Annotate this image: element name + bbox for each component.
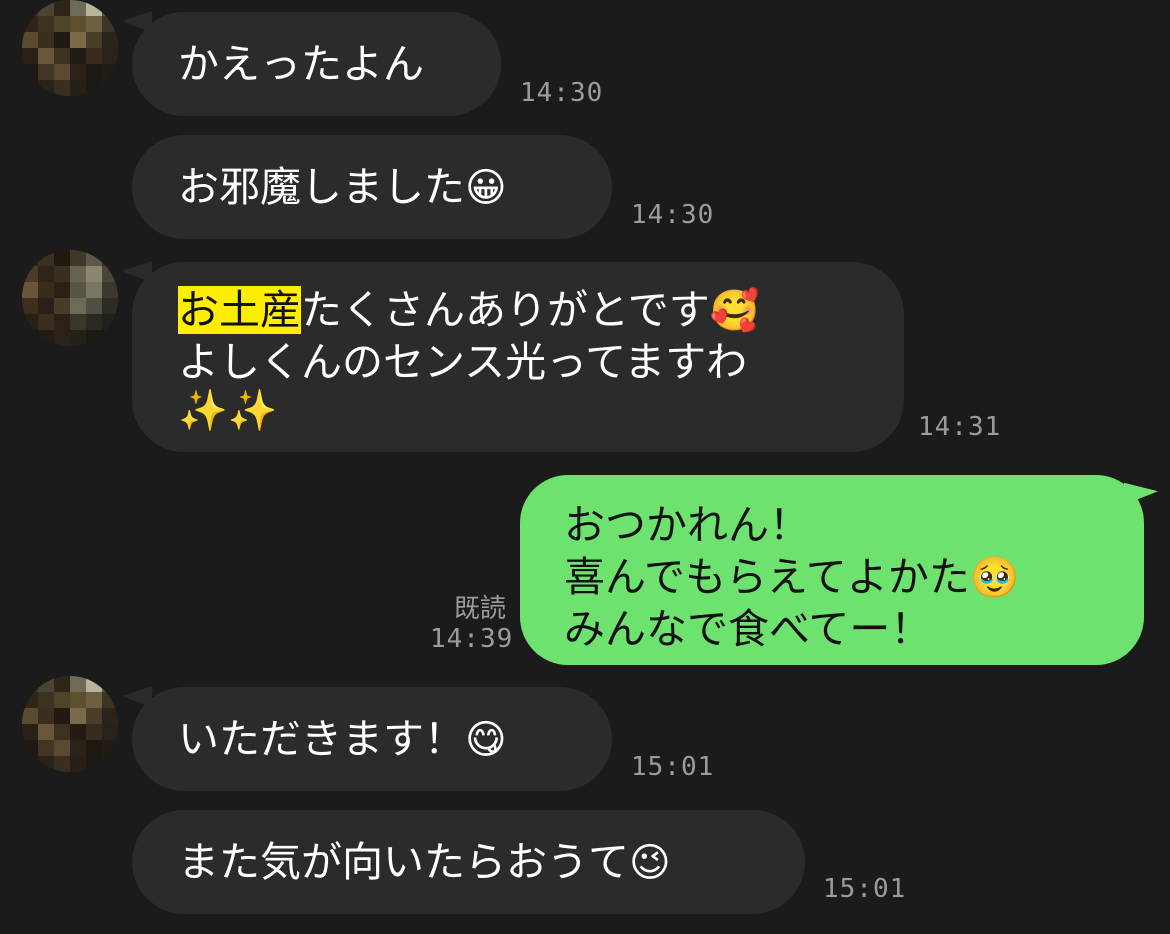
message-text: いただきます！ [178, 715, 465, 763]
my-message-bubble[interactable]: おつかれん！ 喜んでもらえてよかた🥹 みんなで食べてー！ [520, 475, 1144, 665]
message-timestamp: 15:01 [631, 752, 715, 782]
winking-face-emoji: 😉 [629, 840, 671, 886]
message-text: よしくんのセンス光ってますわ [178, 338, 748, 386]
message-text: みんなで食べてー！ [564, 605, 932, 653]
message-bubble[interactable]: いただきます！😋 [132, 687, 612, 791]
message-text: また気が向いたらおうて [178, 838, 629, 886]
message-text: おつかれん！ [564, 501, 810, 549]
sparkles-emoji: ✨✨ [178, 388, 278, 434]
message-text: たくさんありがとです [301, 286, 710, 334]
avatar[interactable] [22, 676, 118, 772]
read-receipt: 既読 [453, 594, 506, 624]
message-bubble[interactable]: お土産たくさんありがとです🥰 よしくんのセンス光ってますわ ✨✨ [132, 262, 904, 452]
message-bubble[interactable]: また気が向いたらおうて😉 [132, 810, 805, 914]
smiling-face-with-hearts-emoji: 🥰 [709, 288, 760, 334]
message-bubble[interactable]: お邪魔しました😀 [132, 135, 612, 239]
message-text: 喜んでもらえてよかた [564, 553, 970, 601]
avatar[interactable] [22, 0, 118, 96]
message-text: お邪魔しました [178, 163, 465, 211]
message-text: かえったよん [178, 40, 424, 88]
message-timestamp: 14:31 [918, 412, 1002, 442]
message-timestamp: 14:39 [430, 624, 514, 654]
message-timestamp: 15:01 [823, 874, 907, 904]
highlighted-text: お土産 [178, 286, 301, 334]
pleading-face-emoji: 🥹 [969, 555, 1020, 601]
avatar[interactable] [22, 250, 118, 346]
message-timestamp: 14:30 [520, 78, 604, 108]
grinning-face-emoji: 😀 [465, 165, 507, 211]
face-savoring-food-emoji: 😋 [465, 717, 507, 763]
message-bubble[interactable]: かえったよん [132, 12, 501, 116]
message-timestamp: 14:30 [631, 200, 715, 230]
